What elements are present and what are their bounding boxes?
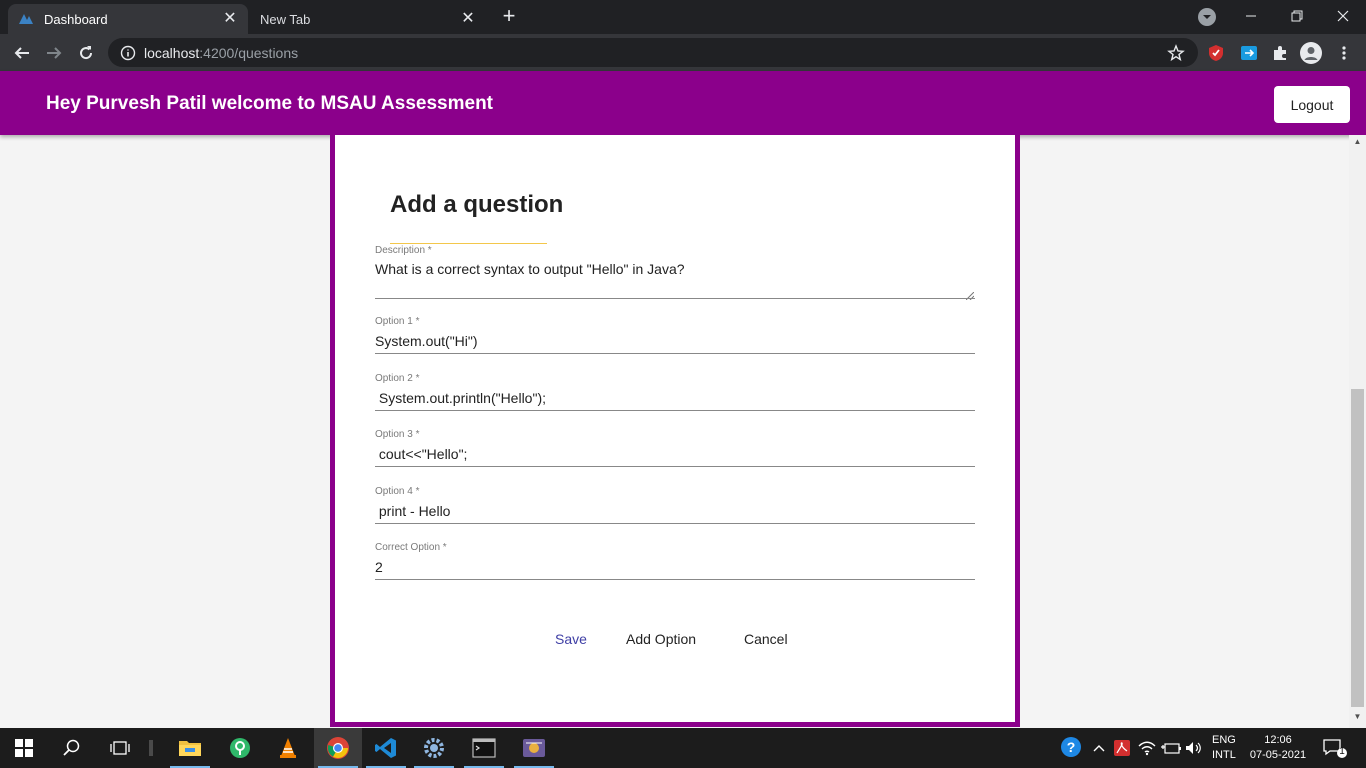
option-4-label: Option 4 *	[375, 486, 420, 497]
restore-icon[interactable]	[1274, 0, 1320, 32]
browser-tab-strip: Dashboard ✕ New Tab ✕ +	[0, 0, 1366, 34]
windows-taskbar: ? ENG INTL 12:06 07-05-2021 1	[0, 728, 1366, 768]
option-3-label: Option 3 *	[375, 429, 420, 440]
settings-gear-icon[interactable]	[410, 728, 458, 768]
close-window-icon[interactable]	[1320, 0, 1366, 32]
option-2-value[interactable]: System.out.println("Hello");	[375, 390, 975, 406]
tab-new-tab[interactable]: New Tab ✕	[250, 4, 486, 34]
welcome-title: Hey Purvesh Patil welcome to MSAU Assess…	[46, 93, 494, 114]
browser-toolbar: localhost:4200/questions	[0, 34, 1366, 71]
vscode-icon[interactable]	[362, 728, 410, 768]
language-text: ENG	[1212, 734, 1236, 746]
taskbar-divider	[144, 728, 158, 768]
option-1-value[interactable]: System.out("Hi")	[375, 333, 975, 349]
app-favicon-icon	[18, 11, 34, 27]
forward-arrow-icon[interactable]	[41, 40, 67, 66]
volume-icon[interactable]	[1184, 728, 1204, 768]
terminal-icon[interactable]	[460, 728, 508, 768]
translate-extension-icon[interactable]	[1238, 42, 1260, 64]
title-underline	[390, 243, 547, 244]
scroll-thumb[interactable]	[1351, 389, 1364, 707]
clock-date: 07-05-2021	[1249, 749, 1307, 761]
option-4-underline	[375, 523, 975, 524]
app-icon[interactable]	[510, 728, 558, 768]
minimize-icon[interactable]	[1228, 0, 1274, 32]
help-icon[interactable]: ?	[1058, 728, 1086, 768]
reload-icon[interactable]	[73, 40, 99, 66]
clock-time: 12:06	[1264, 734, 1292, 746]
description-label: Description *	[375, 245, 432, 256]
option-2-field[interactable]: Option 2 * System.out.println("Hello");	[375, 373, 975, 411]
back-arrow-icon[interactable]	[9, 40, 35, 66]
cancel-button[interactable]: Cancel	[744, 631, 788, 647]
shield-extension-icon[interactable]	[1205, 42, 1227, 64]
resize-grip-icon[interactable]	[965, 287, 975, 301]
description-field[interactable]: Description * What is a correct syntax t…	[375, 245, 975, 301]
new-tab-button[interactable]: +	[498, 5, 520, 28]
chrome-icon[interactable]	[314, 728, 362, 768]
page-title: Add a question	[390, 191, 564, 218]
extensions-puzzle-icon[interactable]	[1269, 42, 1291, 64]
option-1-underline	[375, 353, 975, 354]
acrobat-icon[interactable]	[1112, 728, 1132, 768]
add-option-button[interactable]: Add Option	[626, 631, 696, 647]
search-icon[interactable]	[48, 728, 96, 768]
scroll-up-arrow-icon[interactable]: ▲	[1349, 137, 1366, 151]
option-4-value[interactable]: print - Hello	[375, 503, 975, 519]
tab-title: New Tab	[260, 11, 311, 27]
bookmark-star-icon[interactable]	[1165, 42, 1187, 64]
url-path: :4200/questions	[199, 44, 299, 61]
correct-option-value[interactable]: 2	[375, 559, 975, 575]
maps-pin-icon[interactable]	[216, 728, 264, 768]
url-host: localhost	[144, 44, 200, 61]
page-scrollbar[interactable]: ▲ ▼	[1349, 135, 1366, 728]
task-view-icon[interactable]	[96, 728, 144, 768]
app-header: Hey Purvesh Patil welcome to MSAU Assess…	[0, 71, 1366, 135]
tab-dashboard[interactable]: Dashboard ✕	[8, 4, 248, 34]
notification-count: 1	[1339, 746, 1345, 757]
option-1-field[interactable]: Option 1 * System.out("Hi")	[375, 316, 975, 354]
notification-center-icon[interactable]: 1	[1318, 728, 1352, 768]
option-2-label: Option 2 *	[375, 373, 420, 384]
correct-option-label: Correct Option *	[375, 542, 447, 553]
battery-icon[interactable]	[1160, 728, 1182, 768]
input-language-indicator[interactable]: ENG INTL	[1212, 733, 1242, 763]
file-explorer-icon[interactable]	[166, 728, 214, 768]
option-2-underline	[375, 410, 975, 411]
logout-button[interactable]: Logout	[1274, 86, 1350, 123]
add-question-card: Add a question Description * What is a c…	[330, 135, 1020, 727]
windows-start-icon[interactable]	[0, 728, 48, 768]
option-1-label: Option 1 *	[375, 316, 420, 327]
browser-menu-icon[interactable]	[1333, 42, 1355, 64]
description-underline	[375, 298, 975, 299]
option-3-value[interactable]: cout<<"Hello";	[375, 446, 975, 462]
address-bar[interactable]: localhost:4200/questions	[108, 38, 1198, 67]
url-text: localhost:4200/questions	[144, 45, 298, 61]
tab-search-icon[interactable]	[1198, 8, 1216, 26]
option-3-underline	[375, 466, 975, 467]
correct-option-underline	[375, 579, 975, 580]
description-value[interactable]: What is a correct syntax to output "Hell…	[375, 261, 975, 277]
tab-title: Dashboard	[44, 11, 108, 27]
correct-option-field[interactable]: Correct Option * 2	[375, 542, 975, 580]
profile-avatar-icon[interactable]	[1300, 42, 1322, 64]
option-4-field[interactable]: Option 4 * print - Hello	[375, 486, 975, 524]
system-clock[interactable]: 12:06 07-05-2021	[1246, 733, 1310, 763]
scroll-down-arrow-icon[interactable]: ▼	[1349, 712, 1366, 726]
svg-text:?: ?	[1067, 739, 1076, 755]
show-hidden-icons-chevron-icon[interactable]	[1090, 728, 1108, 768]
close-tab-icon[interactable]: ✕	[460, 11, 476, 27]
keyboard-layout-text: INTL	[1212, 749, 1236, 761]
close-tab-icon[interactable]: ✕	[222, 11, 238, 27]
save-button[interactable]: Save	[555, 631, 587, 647]
site-info-icon[interactable]	[120, 45, 136, 61]
option-3-field[interactable]: Option 3 * cout<<"Hello";	[375, 429, 975, 467]
vlc-icon[interactable]	[264, 728, 312, 768]
wifi-icon[interactable]	[1136, 728, 1158, 768]
